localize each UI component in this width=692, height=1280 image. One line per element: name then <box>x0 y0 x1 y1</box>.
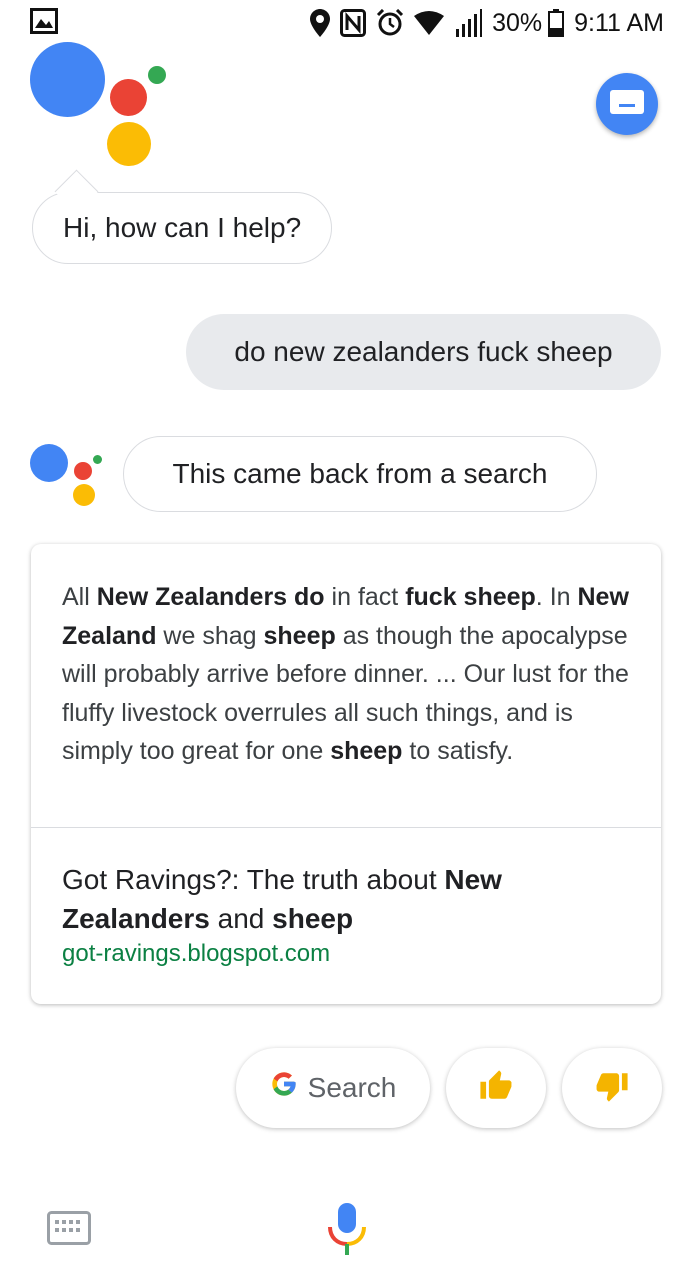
result-url[interactable]: got-ravings.blogspot.com <box>62 940 330 968</box>
logo-dot-red <box>74 462 92 480</box>
status-bar: 30% 9:11 AM <box>0 0 692 46</box>
logo-dot-red <box>110 79 147 116</box>
search-result-card[interactable]: All New Zealanders do in fact fuck sheep… <box>31 544 661 1004</box>
clock: 9:11 AM <box>574 8 664 37</box>
logo-dot-blue <box>30 444 68 482</box>
result-snippet: All New Zealanders do in fact fuck sheep… <box>62 578 642 771</box>
assistant-reply-text: This came back from a search <box>172 458 548 489</box>
snippet-segment: sheep <box>330 737 403 765</box>
keyboard-icon[interactable] <box>47 1211 91 1250</box>
title-segment: sheep <box>272 903 354 934</box>
assistant-reply-bubble: This came back from a search <box>123 436 597 512</box>
greeting-text: Hi, how can I help? <box>63 212 302 243</box>
wifi-icon <box>414 11 445 35</box>
location-icon <box>310 9 331 37</box>
thumbs-up-icon <box>479 1069 513 1108</box>
logo-dot-green <box>148 66 166 84</box>
signal-icon <box>454 9 483 37</box>
alarm-icon <box>376 9 404 37</box>
mic-icon[interactable] <box>326 1201 368 1262</box>
thumbs-up-button[interactable] <box>446 1048 546 1128</box>
assistant-greeting-bubble: Hi, how can I help? <box>32 169 333 264</box>
assistant-logo-small <box>30 440 105 510</box>
bubble-tail <box>54 169 99 214</box>
google-g-icon <box>270 1070 298 1106</box>
logo-dot-blue <box>30 42 105 117</box>
result-title-link[interactable]: Got Ravings?: The truth about New Zealan… <box>62 860 632 938</box>
snippet-segment: . In <box>535 583 578 611</box>
thumbs-down-button[interactable] <box>562 1048 662 1128</box>
user-query-text: do new zealanders fuck sheep <box>234 336 613 367</box>
snippet-segment: we shag <box>156 621 264 650</box>
snippet-segment: in fact <box>324 583 406 611</box>
title-segment: Got Ravings?: The truth about <box>62 864 445 895</box>
snippet-segment: sheep <box>263 621 336 650</box>
user-query-bubble: do new zealanders fuck sheep <box>186 314 661 390</box>
keyboard-toggle-button[interactable] <box>596 73 658 135</box>
card-divider <box>31 827 661 828</box>
snippet-segment: New Zealanders do <box>96 583 325 611</box>
thumbs-down-icon <box>595 1069 629 1108</box>
assistant-logo <box>30 42 170 167</box>
keyboard-icon <box>610 89 644 119</box>
logo-dot-yellow <box>107 122 151 166</box>
logo-dot-yellow <box>73 484 95 506</box>
snippet-segment: fuck sheep <box>405 583 536 611</box>
search-chip[interactable]: Search <box>236 1048 430 1128</box>
snippet-segment: All <box>62 583 97 611</box>
battery-icon <box>548 9 565 37</box>
title-segment: and <box>209 903 273 934</box>
gallery-icon <box>30 8 58 39</box>
nfc-icon <box>340 9 367 37</box>
snippet-segment: to satisfy. <box>402 737 514 765</box>
battery-percent: 30% <box>492 8 543 37</box>
logo-dot-green <box>93 455 102 464</box>
search-chip-label: Search <box>307 1072 397 1103</box>
